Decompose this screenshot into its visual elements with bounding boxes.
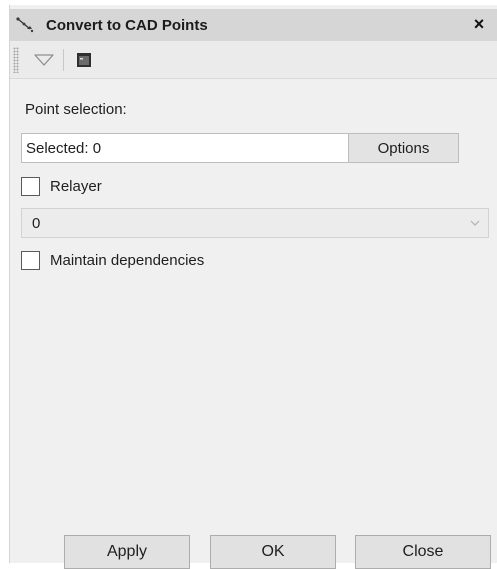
selection-field[interactable]: [21, 133, 349, 163]
convert-to-cad-points-panel: Convert to CAD Points × Point selection:…: [9, 5, 497, 569]
layer-dropdown[interactable]: 0: [21, 208, 489, 238]
apply-button[interactable]: Apply: [64, 535, 190, 569]
relayer-checkbox[interactable]: [21, 177, 40, 196]
maintain-dependencies-row: Maintain dependencies: [21, 251, 204, 270]
point-selection-label: Point selection:: [25, 101, 127, 118]
toolbar: [10, 41, 497, 79]
title-bar: Convert to CAD Points ×: [10, 9, 497, 41]
maintain-dependencies-checkbox[interactable]: [21, 251, 40, 270]
toolbar-separator: [63, 48, 64, 71]
ok-button[interactable]: OK: [210, 535, 336, 569]
window-title: Convert to CAD Points: [46, 16, 208, 34]
relayer-row: Relayer: [21, 177, 102, 196]
convert-points-icon: [14, 14, 36, 36]
relayer-label: Relayer: [50, 178, 102, 195]
layer-value: 0: [32, 214, 41, 232]
chevron-down-icon: [470, 220, 480, 226]
triangle-down-icon[interactable]: [31, 48, 57, 72]
close-button[interactable]: Close: [355, 535, 491, 569]
maintain-dependencies-label: Maintain dependencies: [50, 252, 205, 269]
console-window-icon[interactable]: [73, 49, 95, 71]
close-icon[interactable]: ×: [468, 13, 490, 35]
options-button[interactable]: Options: [349, 133, 459, 163]
toolbar-grip-handle[interactable]: [13, 46, 19, 73]
